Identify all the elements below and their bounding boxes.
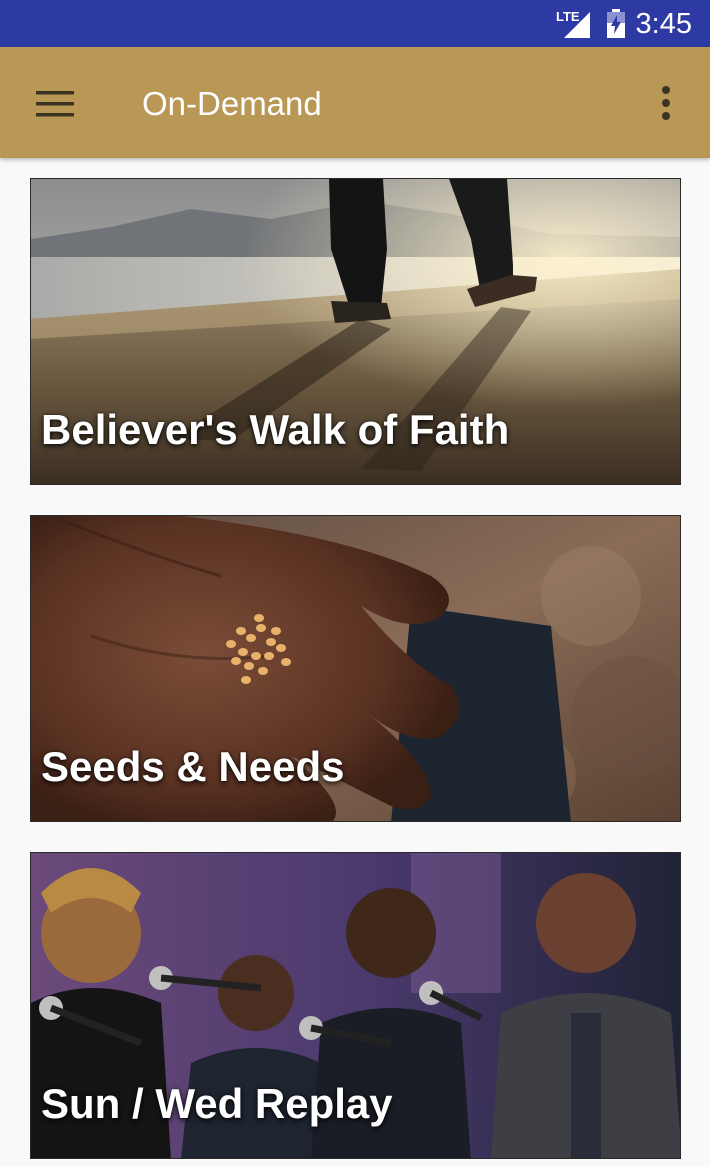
- page-title: On-Demand: [142, 85, 322, 122]
- card-title: Believer's Walk of Faith: [41, 406, 510, 453]
- overflow-menu-button[interactable]: [644, 75, 690, 131]
- content-list: Believer's Walk of Faith Seeds & Needs S…: [0, 158, 710, 1167]
- more-vertical-icon: [662, 86, 670, 120]
- menu-button[interactable]: [24, 75, 86, 131]
- card-title: Sun / Wed Replay: [41, 1080, 393, 1127]
- card-seeds-needs[interactable]: Seeds & Needs: [30, 515, 681, 822]
- hamburger-menu-icon: [36, 91, 74, 117]
- clock: 3:45: [635, 8, 692, 40]
- card-title: Seeds & Needs: [41, 743, 345, 790]
- card-believers-walk[interactable]: Believer's Walk of Faith: [30, 178, 681, 485]
- card-sun-wed-replay[interactable]: Sun / Wed Replay: [30, 852, 681, 1159]
- battery-charging-icon: [607, 9, 625, 38]
- status-bar: LTE 3:45: [0, 0, 710, 47]
- app-bar: On-Demand: [0, 47, 710, 158]
- signal-strength-icon: [564, 12, 590, 38]
